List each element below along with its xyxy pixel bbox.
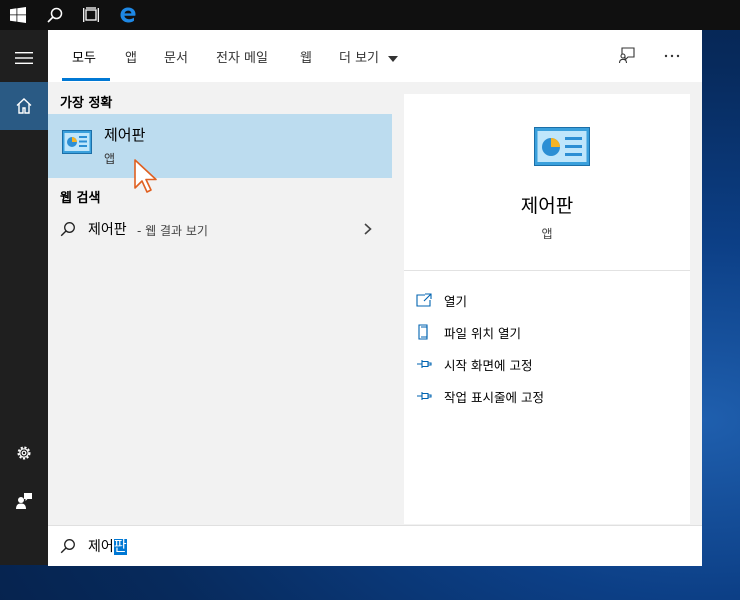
tab-documents[interactable]: 문서 [164,47,188,66]
search-icon [60,222,75,237]
best-match-title: 제어판 [104,126,146,144]
menu-button[interactable] [0,34,48,82]
web-query-text: 제어판 [88,222,127,238]
best-match-result[interactable]: 제어판 앱 [48,114,392,193]
home-icon [16,98,32,114]
search-selected-text: 판 [113,539,127,555]
preview-pane: 제어판 앱 열기 파일 위치 열기 시작 화면에 고정 작업 표시줄에 고정 [404,94,690,524]
search-icon [47,7,63,23]
feedback-button[interactable] [618,46,638,66]
chevron-down-icon [388,55,399,62]
action-open-label: 열기 [444,293,468,309]
file-location-icon [418,324,428,340]
tab-more[interactable]: 더 보기 [339,47,399,66]
feedback-icon [618,47,635,64]
control-panel-icon [62,130,92,154]
action-pin-taskbar-label: 작업 표시줄에 고정 [444,389,544,405]
action-open[interactable]: 열기 [416,288,676,312]
action-pin-start[interactable]: 시작 화면에 고정 [416,352,676,376]
web-search-result[interactable]: 제어판 - 웹 결과 보기 [48,212,392,244]
taskbar-search-button[interactable] [37,0,73,30]
mouse-cursor-icon [134,159,157,193]
search-box[interactable]: 제어판 [48,525,702,566]
taskbar [0,0,740,30]
user-button[interactable] [0,477,48,525]
tab-all[interactable]: 모두 [72,47,96,66]
web-result-hint: - 웹 결과 보기 [137,224,208,238]
control-panel-large-icon [534,127,590,166]
more-icon [664,54,680,58]
edge-taskbar-button[interactable] [110,0,146,30]
gear-icon [17,446,31,460]
best-match-type: 앱 [104,152,116,166]
section-best-match: 가장 정확 [60,96,113,111]
filter-tabs: 모두 앱 문서 전자 메일 웹 더 보기 [48,30,702,82]
results-list: 가장 정확 제어판 앱 웹 검색 제어판 - 웹 결과 보기 [48,82,392,525]
search-typed-text: 제어 [88,539,114,555]
tab-email[interactable]: 전자 메일 [216,47,268,66]
search-panel: 모두 앱 문서 전자 메일 웹 더 보기 가장 정확 제어판 앱 웹 검색 제어… [48,30,702,566]
more-options-button[interactable] [660,46,684,66]
preview-type: 앱 [541,227,553,241]
pin-icon [417,392,432,400]
hamburger-icon [15,52,33,64]
action-open-file-location[interactable]: 파일 위치 열기 [416,320,676,344]
pin-icon [417,360,432,368]
home-button[interactable] [0,82,48,130]
chevron-right-icon [364,223,372,235]
preview-divider [404,270,690,271]
start-rail [0,30,48,565]
tab-apps[interactable]: 앱 [125,47,137,66]
preview-title: 제어판 [520,195,574,217]
tab-more-label: 더 보기 [339,51,380,66]
tab-web[interactable]: 웹 [300,47,312,66]
task-view-button[interactable] [73,0,109,30]
action-pin-taskbar[interactable]: 작업 표시줄에 고정 [416,384,676,408]
search-input[interactable]: 제어판 [88,536,127,556]
action-pin-start-label: 시작 화면에 고정 [444,357,533,373]
windows-logo-icon [10,7,26,23]
edge-icon [120,7,136,23]
start-button[interactable] [0,0,36,30]
open-icon [416,293,432,307]
active-tab-indicator [62,78,110,81]
search-icon [60,539,75,554]
settings-button[interactable] [0,429,48,477]
user-feedback-icon [16,493,32,509]
task-view-icon [83,7,99,22]
section-web-search: 웹 검색 [60,191,101,206]
action-open-file-location-label: 파일 위치 열기 [444,325,521,341]
